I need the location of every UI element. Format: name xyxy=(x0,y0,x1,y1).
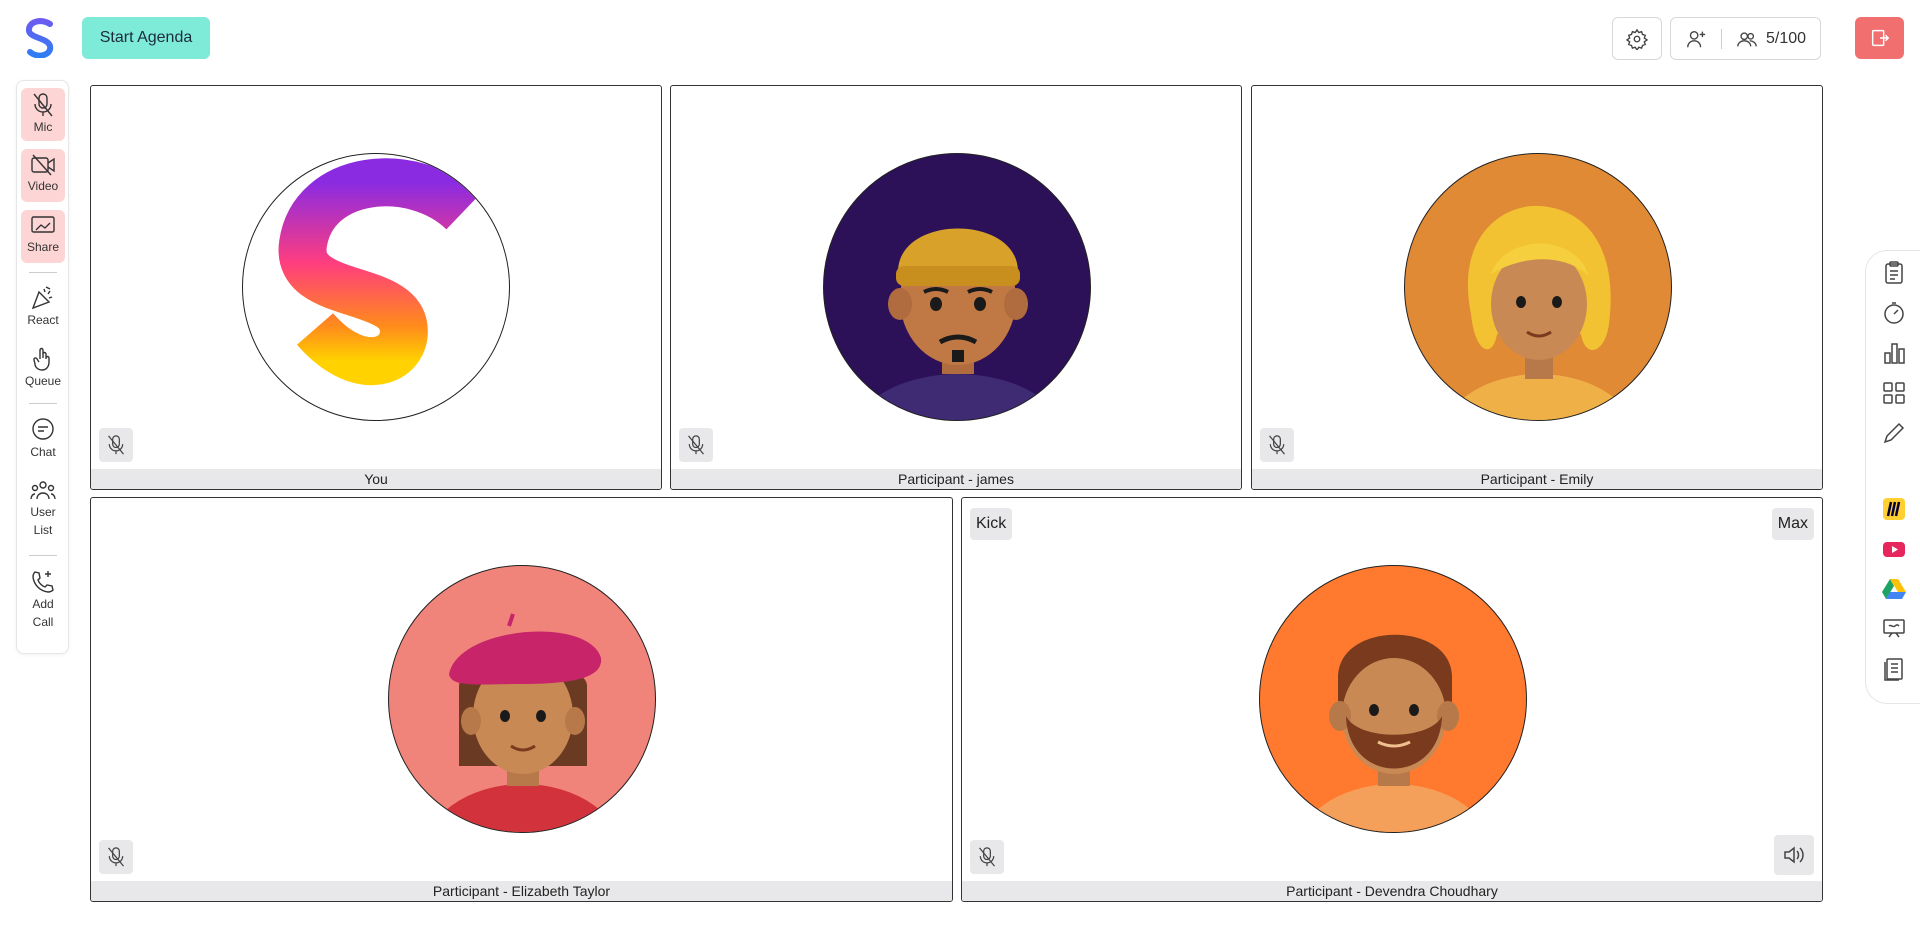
divider xyxy=(29,403,57,404)
video-tile-emily[interactable]: Participant - Emily xyxy=(1251,85,1823,490)
add-call-button[interactable]: Add Call xyxy=(21,565,65,637)
avatar-man-beard-image xyxy=(1299,634,1489,832)
mic-off-icon xyxy=(1269,435,1285,455)
sidebar-item-label: Video xyxy=(27,179,59,193)
sidebar-item-label: Add Call xyxy=(32,597,54,629)
avatar xyxy=(1259,565,1527,833)
avatar xyxy=(388,565,656,833)
gear-icon xyxy=(1626,28,1648,50)
raise-hand-icon xyxy=(33,347,50,371)
participant-mic-off-button[interactable] xyxy=(970,840,1004,874)
video-tile-james[interactable]: Participant - james xyxy=(670,85,1242,490)
participant-name: Participant - Devendra Choudhary xyxy=(962,881,1822,901)
left-toolbar: Mic Video Share React Queue Chat User Li… xyxy=(16,80,69,654)
phone-add-icon xyxy=(32,571,54,593)
avatar-woman-blonde-image xyxy=(1445,205,1633,420)
kick-button[interactable]: Kick xyxy=(970,508,1013,540)
sidebar-item-label: Chat xyxy=(30,445,56,459)
participants-button[interactable]: 5/100 xyxy=(1670,17,1821,60)
volume-button[interactable] xyxy=(1774,835,1814,875)
timer-icon[interactable] xyxy=(1882,301,1906,325)
participant-mic-off-button[interactable] xyxy=(679,428,713,462)
poll-chart-icon[interactable] xyxy=(1882,341,1906,365)
youtube-icon[interactable] xyxy=(1882,537,1906,561)
notes-icon[interactable] xyxy=(1882,261,1906,285)
avatar-man-beanie-image xyxy=(854,228,1062,420)
avatar xyxy=(242,153,510,421)
party-popper-icon xyxy=(31,286,53,310)
screen-share-icon xyxy=(31,216,55,233)
user-list-button[interactable]: User List xyxy=(21,475,65,547)
exit-icon xyxy=(1871,29,1889,47)
mic-off-icon xyxy=(979,847,995,867)
sidebar-item-label: React xyxy=(27,313,59,327)
divider xyxy=(29,272,57,273)
sidebar-item-label: User List xyxy=(30,505,56,537)
google-drive-icon[interactable] xyxy=(1882,577,1906,601)
mic-off-icon xyxy=(33,93,53,117)
top-bar: Start Agenda 5/100 xyxy=(0,0,1920,78)
right-toolbar xyxy=(1865,250,1920,704)
participant-count: 5/100 xyxy=(1766,29,1807,47)
mic-off-icon xyxy=(108,435,124,455)
queue-button[interactable]: Queue xyxy=(21,342,65,396)
pencil-icon[interactable] xyxy=(1882,421,1906,445)
video-tile-you[interactable]: You xyxy=(90,85,662,490)
mic-toggle-button[interactable]: Mic xyxy=(21,88,65,141)
video-toggle-button[interactable]: Video xyxy=(21,149,65,202)
video-tile-elizabeth-taylor[interactable]: Participant - Elizabeth Taylor xyxy=(90,497,953,902)
users-icon xyxy=(30,481,56,500)
avatar-woman-beret-image xyxy=(428,613,618,832)
users-icon xyxy=(1737,31,1757,46)
participant-name: Participant - Elizabeth Taylor xyxy=(91,881,952,901)
video-off-icon xyxy=(31,154,55,176)
participant-mic-off-button[interactable] xyxy=(99,840,133,874)
avatar xyxy=(1404,153,1672,421)
maximize-button[interactable]: Max xyxy=(1771,508,1814,540)
share-screen-button[interactable]: Share xyxy=(21,210,65,263)
app-logo-image xyxy=(278,158,480,385)
document-icon[interactable] xyxy=(1882,657,1906,681)
divider xyxy=(1721,28,1722,49)
sidebar-item-label: Mic xyxy=(33,120,53,134)
divider xyxy=(29,555,57,556)
sidebar-item-label: Share xyxy=(26,240,60,254)
participant-mic-off-button[interactable] xyxy=(99,428,133,462)
app-logo-icon[interactable] xyxy=(22,18,58,58)
start-agenda-button[interactable]: Start Agenda xyxy=(82,17,210,59)
mic-off-icon xyxy=(688,435,704,455)
react-button[interactable]: React xyxy=(21,281,65,335)
chat-button[interactable]: Chat xyxy=(21,413,65,467)
participant-name: You xyxy=(91,469,661,489)
whiteboard-icon[interactable] xyxy=(1882,617,1906,641)
leave-call-button[interactable] xyxy=(1855,17,1904,59)
chat-bubble-icon xyxy=(32,418,54,440)
add-user-icon[interactable] xyxy=(1685,28,1707,50)
participant-name: Participant - james xyxy=(671,469,1241,489)
participant-mic-off-button[interactable] xyxy=(1260,428,1294,462)
mic-off-icon xyxy=(108,847,124,867)
sidebar-item-label: Queue xyxy=(24,374,62,388)
speaker-icon xyxy=(1784,846,1804,864)
apps-grid-icon[interactable] xyxy=(1882,381,1906,405)
video-tile-devendra-choudhary[interactable]: Kick Max Participant - Devendra Choudhar… xyxy=(961,497,1823,902)
avatar xyxy=(823,153,1091,421)
miro-icon[interactable] xyxy=(1882,497,1906,521)
participant-name: Participant - Emily xyxy=(1252,469,1822,489)
settings-button[interactable] xyxy=(1612,17,1662,60)
